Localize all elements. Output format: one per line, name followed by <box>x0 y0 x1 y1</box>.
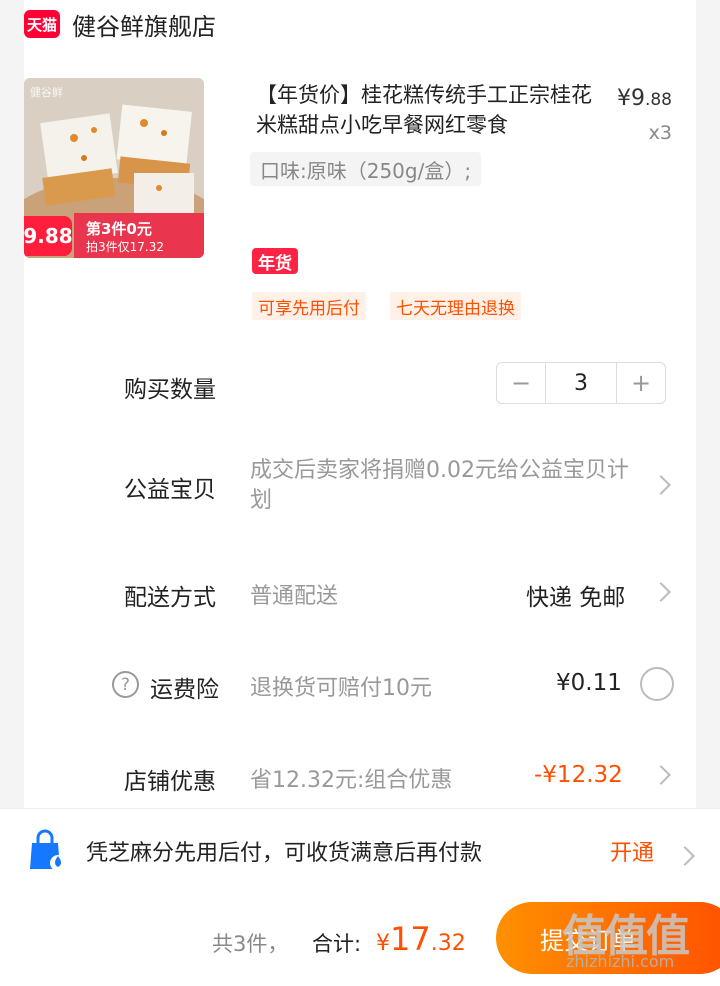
plus-button[interactable]: + <box>617 363 665 403</box>
shop-discount-value[interactable]: -¥12.32 <box>534 762 623 788</box>
delivery-value[interactable]: 快递 免邮 <box>526 578 625 612</box>
quantity-label: 购买数量 <box>124 377 216 403</box>
total-amount: ¥17.32 <box>376 920 466 958</box>
quantity-stepper[interactable]: − 3 + <box>496 362 666 404</box>
tmall-icon: 天猫 <box>24 10 60 38</box>
sku-selector[interactable]: 口味:原味（250g/盒）; <box>250 152 482 186</box>
tag-free-return: 七天无理由退换 <box>390 292 521 320</box>
price-currency: ¥ <box>616 86 631 111</box>
shop-discount-desc: 省12.32元:组合优惠 <box>250 768 453 793</box>
price-int: 9 <box>630 86 645 111</box>
image-deal-label: 第3件0元 <box>86 220 152 238</box>
checkout-footer: 共3件， 合计: ¥17.32 提交订单 值值值 zhizhizhi.com <box>0 890 720 986</box>
shop-discount-label: 店铺优惠 <box>124 769 216 795</box>
price-dec: .88 <box>644 90 672 110</box>
product-price: ¥9.88 <box>617 86 672 111</box>
product-image[interactable]: 健谷鲜 9.88 第3件0元 拍3件仅17.32 <box>24 78 204 258</box>
shop-header[interactable]: 天猫 健谷鲜旗舰店 <box>24 4 216 44</box>
watermark-url: zhizhizhi.com <box>566 952 675 971</box>
total-currency: ¥ <box>376 931 390 956</box>
shopping-bag-icon <box>30 829 66 871</box>
insurance-desc: 退换货可赔付10元 <box>250 676 432 701</box>
charity-desc[interactable]: 成交后卖家将捐赠0.02元给公益宝贝计划 <box>250 456 630 516</box>
charity-label: 公益宝贝 <box>124 477 216 503</box>
activate-button[interactable]: 开通 <box>610 835 654 867</box>
quantity-value[interactable]: 3 <box>545 363 617 403</box>
nianhuo-badge: 年货 <box>252 248 298 274</box>
tag-pay-later: 可享先用后付 <box>252 292 366 320</box>
image-deal-sub-label: 拍3件仅17.32 <box>86 240 164 254</box>
help-icon[interactable]: ? <box>112 671 139 698</box>
image-brand-label: 健谷鲜 <box>30 86 63 99</box>
insurance-radio[interactable] <box>640 667 674 701</box>
image-price-label: 9.88 <box>24 216 73 256</box>
minus-button[interactable]: − <box>497 363 545 403</box>
total-dec: .32 <box>430 931 466 956</box>
product-title[interactable]: 【年货价】桂花糕传统手工正宗桂花米糕甜点小吃早餐网红零食 <box>256 80 596 140</box>
insurance-label: 运费险 <box>150 677 219 703</box>
product-quantity: x3 <box>648 122 672 144</box>
insurance-price: ¥0.11 <box>556 670 622 696</box>
pay-later-banner[interactable]: 凭芝麻分先用后付，可收货满意后再付款 开通 <box>0 808 720 890</box>
total-int: 17 <box>390 920 431 958</box>
delivery-desc: 普通配送 <box>250 584 339 609</box>
shop-name[interactable]: 健谷鲜旗舰店 <box>72 7 216 42</box>
total-label: 合计: <box>312 932 362 956</box>
item-count: 共3件， <box>212 932 289 956</box>
pay-later-text: 凭芝麻分先用后付，可收货满意后再付款 <box>86 841 483 866</box>
delivery-label: 配送方式 <box>124 585 216 611</box>
banner-chevron-icon[interactable] <box>675 846 695 866</box>
